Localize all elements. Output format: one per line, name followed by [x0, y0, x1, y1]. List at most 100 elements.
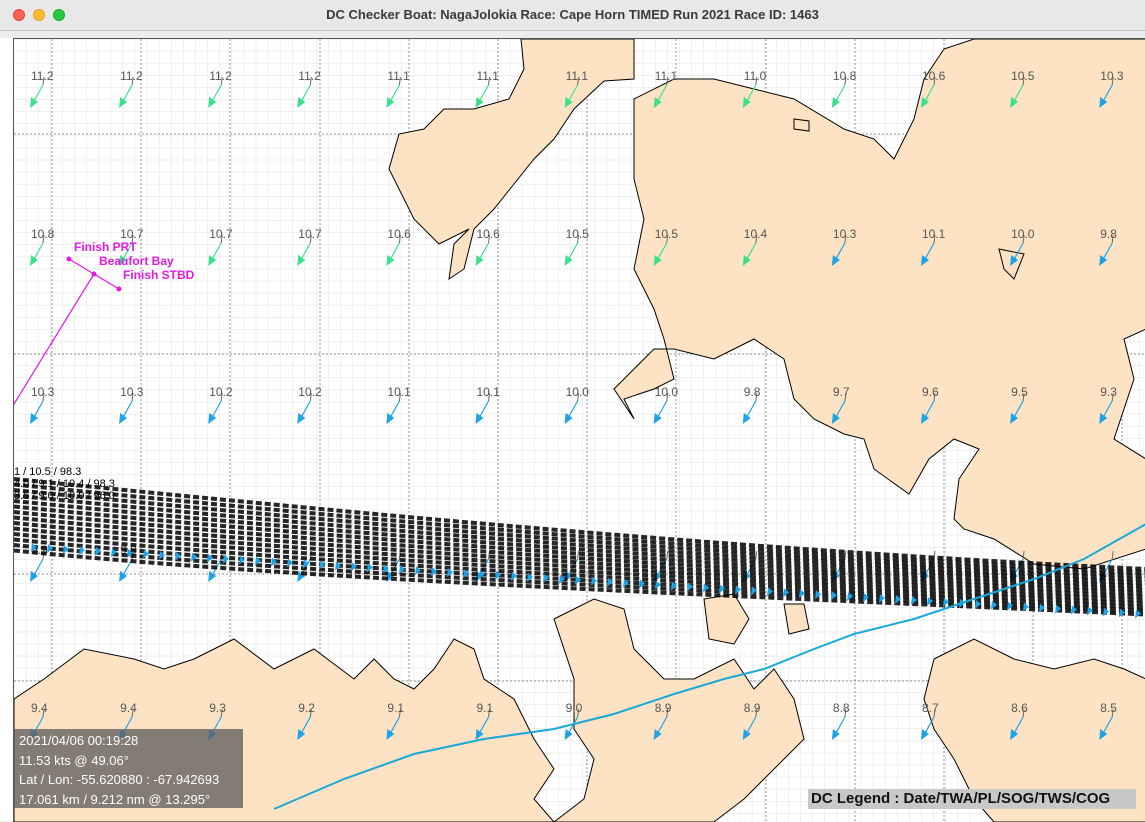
map-canvas[interactable]: 11.2 11.2 11.2 11.2 11.1 11.1 11.1 11.1 11.0 10.8… — [13, 38, 1145, 822]
window-titlebar: DC Checker Boat: NagaJolokia Race: Cape … — [0, 0, 1145, 31]
wind-barb: 10.7 — [297, 227, 322, 266]
wind-speed-label: 11.1 — [566, 69, 589, 83]
wind-speed-label: 11.1 — [477, 69, 500, 83]
wind-speed-label: 8.5 — [1100, 701, 1117, 715]
dc-log-wind-arrow-icon — [511, 572, 517, 581]
wind-speed-label: 10.2 — [298, 385, 322, 399]
wind-speed-label: 10.5 — [655, 227, 679, 241]
wind-arrow-icon — [742, 413, 751, 424]
chart-svg[interactable]: 11.2 11.2 11.2 11.2 11.1 11.1 11.1 11.1 11.0 10.8… — [14, 39, 1145, 822]
wind-speed-label: 9.6 — [922, 385, 939, 399]
wind-barb: 11.1 — [475, 69, 500, 108]
wind-speed-label: 10.7 — [298, 227, 322, 241]
wind-speed-label: 10.4 — [744, 227, 768, 241]
info-latlon: Lat / Lon: -55.620880 : -67.942693 — [19, 772, 220, 787]
dc-legend: DC Legend : Date/TWA/PL/SOG/TWS/COG — [808, 789, 1136, 809]
wind-arrow-icon — [30, 97, 38, 108]
wind-arrow-icon — [831, 729, 840, 740]
wind-barb: 10.1 — [386, 385, 411, 424]
wind-speed-label: 9.8 — [744, 385, 761, 399]
wind-arrow-icon — [208, 571, 217, 582]
finish-line-group[interactable]: Finish PRT Beaufort Bay Finish STBD — [14, 240, 195, 405]
left-axis-strip — [0, 38, 13, 821]
dc-log-label-2: 4.0 / 9.1 / 10.4 / 98.3 — [14, 478, 115, 490]
wind-speed-label: 10.6 — [387, 227, 411, 241]
wind-speed-label: 11.1 — [655, 69, 678, 83]
wind-speed-label: 11.0 — [744, 69, 767, 83]
window-title: DC Checker Boat: NagaJolokia Race: Cape … — [326, 7, 819, 22]
wind-barb-tick — [755, 550, 758, 560]
finish-port-mark[interactable] — [66, 256, 72, 262]
wind-speed-label: 8.6 — [1011, 701, 1028, 715]
finish-stbd-mark[interactable] — [116, 286, 122, 292]
wind-speed-label: 10.1 — [477, 385, 501, 399]
wind-speed-label: 9.5 — [1011, 385, 1028, 399]
wind-speed-label: 10.3 — [1100, 69, 1124, 83]
wind-speed-label: 10.6 — [922, 69, 946, 83]
wind-speed-label: 9.4 — [31, 701, 48, 715]
wind-speed-label: 11.2 — [120, 69, 143, 83]
wind-speed-label: 10.0 — [566, 385, 590, 399]
info-datetime: 2021/04/06 00:19:28 — [19, 733, 139, 748]
wind-barb: 10.6 — [386, 227, 411, 266]
land-islet-2 — [783, 603, 810, 635]
wind-speed-label: 10.8 — [833, 69, 857, 83]
wind-speed-label: 10.7 — [209, 227, 233, 241]
wind-arrow-icon — [564, 413, 573, 424]
wind-speed-label: 8.7 — [922, 701, 939, 715]
wind-arrow-icon — [297, 97, 306, 108]
land-islet-1 — [703, 593, 750, 645]
wind-speed-label: 8.9 — [744, 701, 761, 715]
wind-speed-label: 8.9 — [655, 701, 672, 715]
wind-barb: 10.7 — [208, 227, 233, 266]
dc-log-wind-arrow-icon — [367, 563, 373, 573]
wind-arrow-icon — [208, 97, 217, 108]
cursor-info-panel: 2021/04/06 00:19:28 11.53 kts @ 49.06° L… — [14, 729, 243, 808]
wind-speed-label: 10.5 — [1011, 69, 1035, 83]
beaufort-bay-label: Beaufort Bay — [99, 254, 174, 268]
wind-arrow-icon — [475, 413, 484, 424]
wind-arrow-icon — [564, 729, 573, 740]
wind-speed-label: 9.7 — [833, 385, 850, 399]
wind-barb: 10.8 — [831, 69, 857, 108]
wind-speed-label: 11.1 — [387, 69, 410, 83]
wind-barb: 10.6 — [475, 227, 501, 266]
wind-barb: 8.8 — [831, 701, 850, 740]
wind-speed-label: 10.1 — [922, 227, 946, 241]
wind-speed-label: 10.6 — [477, 227, 501, 241]
wind-speed-label: 10.0 — [655, 385, 679, 399]
wind-speed-label: 9.1 — [387, 701, 404, 715]
wind-barb: 10.0 — [564, 385, 590, 424]
wind-speed-label: 9.3 — [209, 701, 226, 715]
wind-arrow-icon — [208, 413, 217, 424]
wind-speed-label: 9.0 — [566, 701, 583, 715]
wind-arrow-icon — [831, 97, 840, 108]
wind-barb: 11.2 — [297, 69, 321, 108]
land-islet-4 — [793, 118, 810, 132]
info-speed: 11.53 kts @ 49.06° — [19, 752, 129, 768]
wind-barb: 10.1 — [475, 385, 501, 424]
wind-speed-label: 10.0 — [1011, 227, 1035, 241]
dc-log-label-top: 1 / 10.5 / 98.3 — [14, 466, 81, 478]
wind-speed-label: 11.2 — [31, 69, 54, 83]
dc-log-wind-arrow-icon — [143, 549, 149, 559]
wind-arrow-icon — [386, 97, 395, 108]
wind-speed-label: 9.1 — [477, 701, 494, 715]
wind-arrow-icon — [297, 413, 306, 424]
wind-speed-label: 9.2 — [298, 701, 315, 715]
land-mainland-east — [613, 39, 1145, 570]
wind-speed-label: 9.8 — [1100, 227, 1117, 241]
wind-speed-label: 11.2 — [209, 69, 232, 83]
wind-speed-label: 11.2 — [298, 69, 321, 83]
wind-barb: 11.2 — [208, 69, 232, 108]
dc-log-labels: 1 / 10.5 / 98.3 4.0 / 9.1 / 10.4 / 98.3 … — [14, 466, 115, 502]
wind-speed-label: 10.3 — [833, 227, 857, 241]
dc-log-label-3: 3.5 / 9.0 / 10.0 / 96.0 — [14, 490, 115, 502]
wind-barb: 11.1 — [386, 69, 410, 108]
wind-barb: 10.3 — [30, 385, 55, 424]
dc-log-wind-arrow-icon — [799, 589, 805, 599]
wind-speed-label: 10.1 — [387, 385, 411, 399]
wind-barb: 10.2 — [208, 385, 233, 424]
wind-speed-label: 10.5 — [566, 227, 590, 241]
land-south-middle — [553, 598, 805, 822]
